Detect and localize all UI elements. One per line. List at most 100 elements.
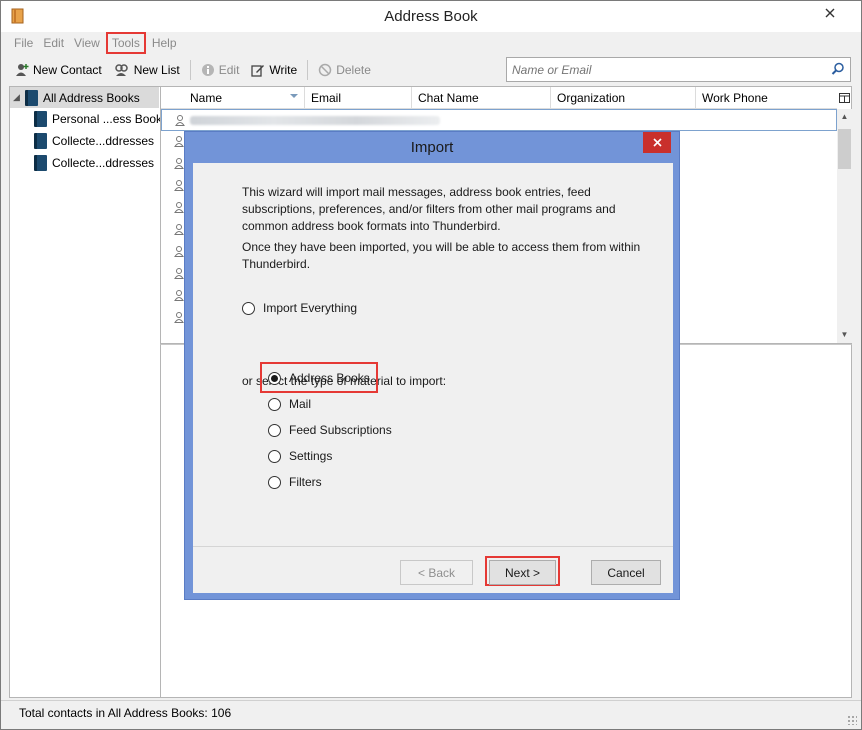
new-contact-button[interactable]: New Contact xyxy=(9,61,108,79)
menu-help[interactable]: Help xyxy=(147,33,182,53)
contact-icon xyxy=(174,180,184,191)
toolbar: New Contact New List Edit Write Delete xyxy=(9,58,377,82)
option-label: Mail xyxy=(289,397,312,411)
sidebar-item-collected-addresses[interactable]: Collecte...ddresses xyxy=(34,130,154,151)
option-label: Feed Subscriptions xyxy=(289,423,392,437)
status-text: Total contacts in All Address Books: 106 xyxy=(19,706,232,720)
radio-button[interactable] xyxy=(268,397,281,411)
window-title: Address Book xyxy=(384,8,478,25)
write-button[interactable]: Write xyxy=(245,61,303,79)
option-label: Filters xyxy=(289,475,322,489)
dialog-footer-divider xyxy=(193,546,673,547)
column-picker-button[interactable] xyxy=(837,87,852,109)
table-row[interactable] xyxy=(161,109,837,131)
address-book-tree: ◢ All Address Books Personal ...ess Book… xyxy=(9,86,162,698)
address-book-icon xyxy=(34,132,47,149)
column-header-email[interactable]: Email xyxy=(305,87,412,108)
scroll-down-icon[interactable]: ▼ xyxy=(837,327,852,343)
contact-icon xyxy=(174,268,184,279)
edit-button[interactable]: Edit xyxy=(195,61,246,79)
contact-icon xyxy=(174,290,184,301)
collapse-icon[interactable]: ◢ xyxy=(13,92,23,103)
column-header-chat-name[interactable]: Chat Name xyxy=(412,87,551,108)
sidebar-item-label: Collecte...ddresses xyxy=(52,133,155,148)
column-header-work-phone[interactable]: Work Phone xyxy=(696,87,837,108)
radio-button-selected[interactable] xyxy=(268,371,281,385)
menu-tools[interactable]: Tools xyxy=(105,32,146,54)
new-list-button[interactable]: New List xyxy=(108,61,186,79)
dialog-body: This wizard will import mail messages, a… xyxy=(193,163,673,593)
dialog-intro: This wizard will import mail messages, a… xyxy=(242,184,642,273)
scroll-up-icon[interactable]: ▲ xyxy=(837,109,852,125)
radio-button[interactable] xyxy=(268,423,281,437)
cancel-button[interactable]: Cancel xyxy=(591,560,661,585)
option-label: Import Everything xyxy=(263,301,358,315)
menu-file[interactable]: File xyxy=(9,33,38,53)
radio-button[interactable] xyxy=(242,301,255,315)
search-icon[interactable] xyxy=(831,62,845,76)
title-bar: Address Book xyxy=(1,1,861,32)
intro-paragraph: Once they have been imported, you will b… xyxy=(242,240,641,271)
delete-button[interactable]: Delete xyxy=(312,61,377,79)
resize-grip-icon[interactable] xyxy=(847,715,857,725)
contact-icon xyxy=(174,136,184,147)
delete-icon xyxy=(318,63,332,77)
contact-icon xyxy=(175,115,185,126)
list-scrollbar[interactable]: ▲ ▼ xyxy=(837,109,852,343)
import-dialog: Import This wizard will import mail mess… xyxy=(184,131,680,600)
sidebar-item-label: All Address Books xyxy=(43,90,140,105)
new-list-icon xyxy=(114,64,128,76)
option-label: Address Books xyxy=(289,371,370,385)
column-picker-icon xyxy=(839,93,850,103)
write-label: Write xyxy=(269,63,298,77)
contact-icon xyxy=(174,312,184,323)
write-icon xyxy=(251,65,265,77)
address-book-icon xyxy=(34,154,47,171)
window-close-button[interactable] xyxy=(807,1,853,24)
contact-icon xyxy=(174,158,184,169)
contact-icon xyxy=(174,224,184,235)
menu-bar: File Edit View Tools Help xyxy=(9,32,182,54)
radio-button[interactable] xyxy=(268,475,281,489)
column-header-label: Organization xyxy=(557,91,626,105)
column-header-label: Chat Name xyxy=(418,91,479,105)
scrollbar-thumb[interactable] xyxy=(838,129,851,169)
sidebar-item-personal-address-book[interactable]: Personal ...ess Book xyxy=(34,108,162,129)
column-header-label: Work Phone xyxy=(702,91,768,105)
new-contact-label: New Contact xyxy=(33,63,102,77)
contact-icon xyxy=(174,202,184,213)
list-header: Name Email Chat Name Organization Work P… xyxy=(161,87,837,109)
close-icon xyxy=(652,138,662,147)
dialog-title: Import xyxy=(410,139,454,156)
address-book-icon xyxy=(25,89,38,106)
import-everything-option[interactable]: Import Everything xyxy=(242,301,357,315)
option-filters[interactable]: Filters xyxy=(268,475,322,489)
column-header-name[interactable]: Name xyxy=(161,87,305,108)
menu-edit[interactable]: Edit xyxy=(38,33,69,53)
back-button[interactable]: < Back xyxy=(400,560,473,585)
intro-paragraph: This wizard will import mail messages, a… xyxy=(242,185,616,233)
option-feed-subscriptions[interactable]: Feed Subscriptions xyxy=(268,423,392,437)
new-contact-icon xyxy=(16,64,29,76)
column-header-label: Name xyxy=(190,91,223,105)
option-mail[interactable]: Mail xyxy=(268,397,311,411)
dialog-close-button[interactable] xyxy=(643,132,671,153)
address-book-window: Address Book File Edit View Tools Help N… xyxy=(0,0,862,730)
next-button[interactable]: Next > xyxy=(489,560,556,585)
option-address-books[interactable]: Address Books xyxy=(268,371,370,385)
search-box xyxy=(506,57,851,82)
new-list-label: New List xyxy=(133,63,180,77)
sidebar-item-collected-addresses[interactable]: Collecte...ddresses xyxy=(34,152,154,173)
radio-button[interactable] xyxy=(268,449,281,463)
menu-view[interactable]: View xyxy=(69,33,105,53)
sidebar-item-all-address-books[interactable]: ◢ All Address Books xyxy=(10,87,159,108)
contact-icon xyxy=(174,246,184,257)
option-settings[interactable]: Settings xyxy=(268,449,332,463)
column-header-organization[interactable]: Organization xyxy=(551,87,696,108)
toolbar-separator xyxy=(189,60,191,80)
info-icon xyxy=(201,64,214,76)
search-input[interactable] xyxy=(512,59,812,80)
address-book-icon xyxy=(34,110,47,127)
sort-descending-icon xyxy=(290,94,298,98)
delete-label: Delete xyxy=(336,63,371,77)
